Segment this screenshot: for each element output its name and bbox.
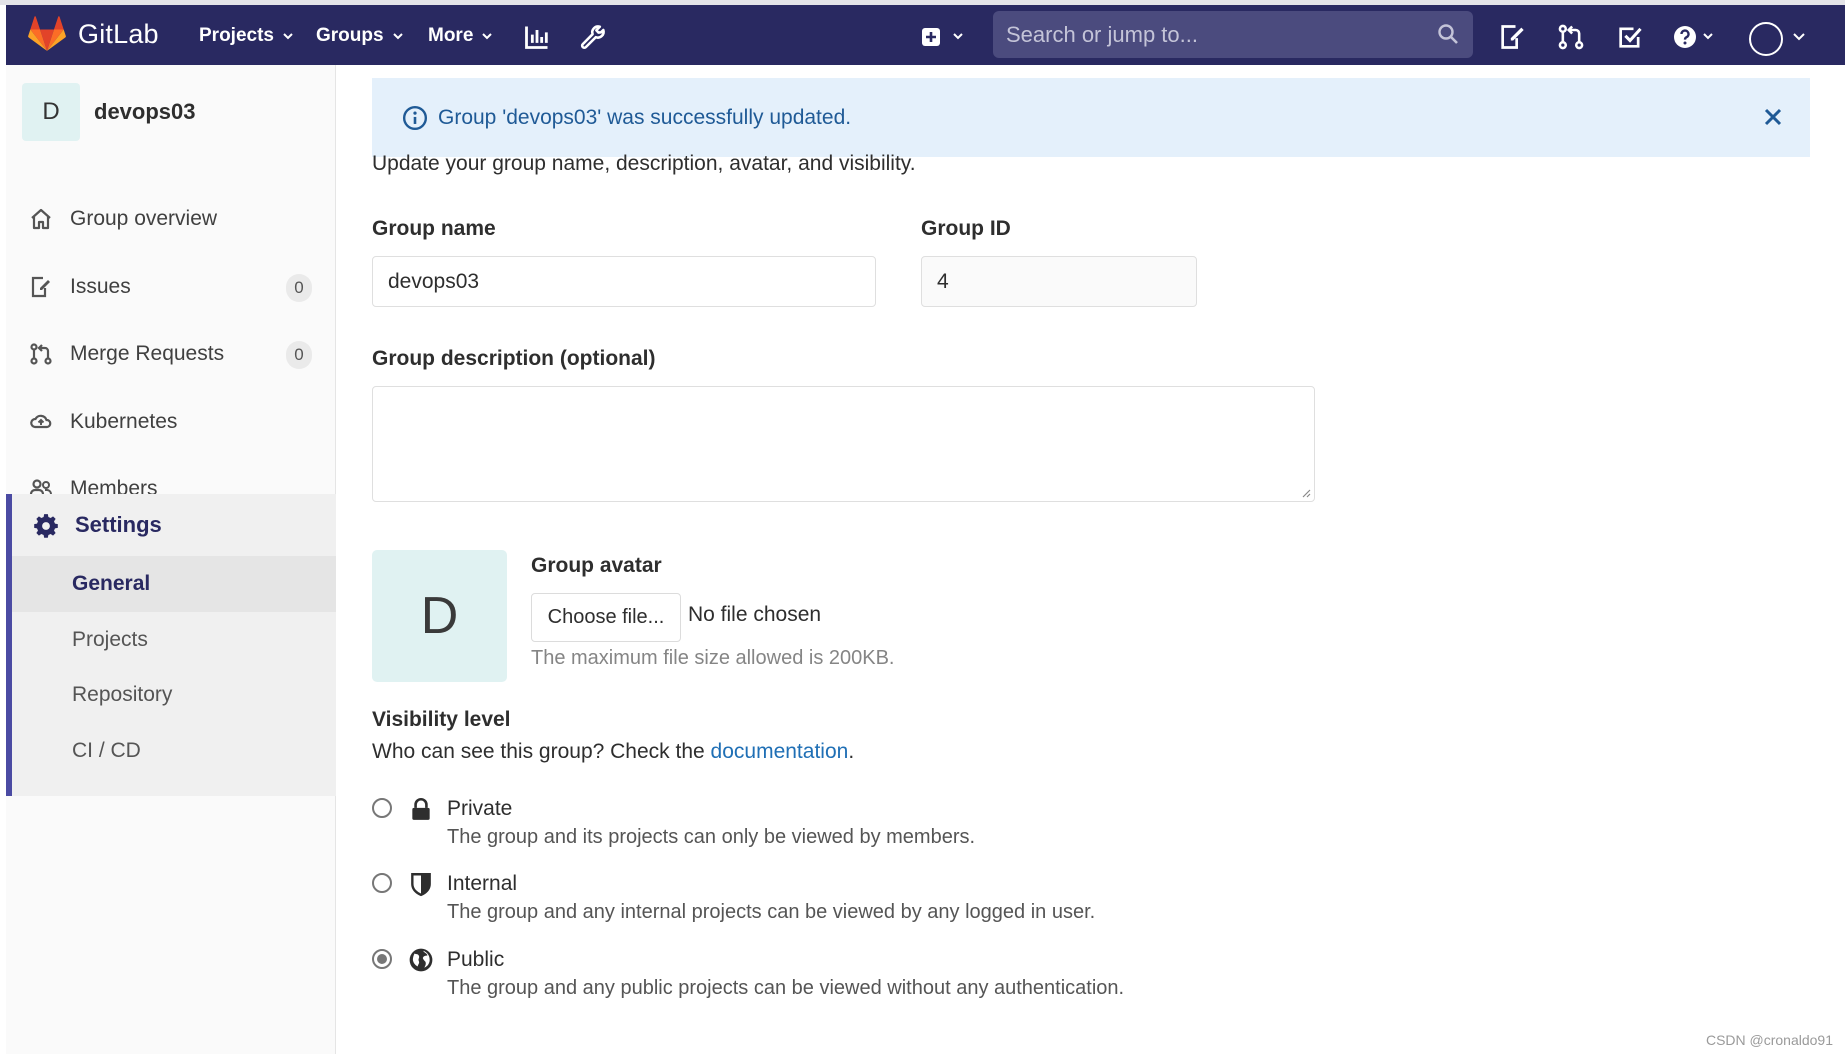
sidebar-item-kubernetes[interactable]: Kubernetes [6,392,336,452]
gitlab-home-link[interactable]: GitLab [28,16,159,52]
subitem-label: Repository [72,683,173,706]
top-navbar: GitLab Projects Groups More Search or ju… [0,0,1845,65]
subitem-label: Projects [72,628,148,651]
sidebar-item-group-overview[interactable]: Group overview [6,189,336,249]
kubernetes-icon [29,410,53,434]
visibility-public-desc: The group and any public projects can be… [447,977,1125,999]
issues-nav-icon[interactable] [1498,23,1526,51]
group-id-field: 4 [921,256,1197,307]
flash-message: Group 'devops03' was successfully update… [438,105,852,129]
group-id-label: Group ID [921,217,1011,240]
group-name-label: Group name [372,217,496,240]
groups-dropdown[interactable]: Groups [316,25,404,47]
visibility-internal-desc: The group and any internal projects can … [447,901,1096,923]
settings-section: Settings General Projects Repository CI … [6,494,336,796]
visibility-public-title: Public [447,948,505,971]
sidebar-item-label: Issues [70,275,131,298]
new-item-dropdown[interactable] [919,23,967,51]
group-description-label: Group description (optional) [372,347,656,370]
more-dropdown[interactable]: More [428,25,493,47]
group-description-textarea[interactable] [372,386,1315,502]
merge-requests-nav-icon[interactable] [1557,23,1585,51]
sidebar-item-label: Group overview [70,207,218,230]
sidebar-subitem-ci-cd[interactable]: CI / CD [12,723,336,779]
visibility-public-radio[interactable] [372,949,392,969]
search-placeholder: Search or jump to... [1006,21,1198,47]
sidebar-item-label: Kubernetes [70,410,178,433]
gear-icon [34,514,58,538]
chevron-down-icon [392,33,403,40]
home-icon [29,207,53,231]
globe-icon [408,947,434,973]
merge-request-icon [29,342,53,366]
visibility-level-label: Visibility level [372,708,511,731]
group-name: devops03 [94,99,196,124]
shield-icon [408,871,434,897]
activity-chart-icon[interactable] [523,23,551,51]
group-sidebar: D devops03 Group overview Issues 0 Merge… [0,65,336,1054]
groups-label: Groups [316,25,384,46]
no-file-text: No file chosen [688,603,822,626]
todos-nav-icon[interactable] [1616,23,1644,51]
window-edge [0,5,6,65]
merge-requests-count-badge: 0 [286,341,312,369]
plus-square-icon [922,28,963,46]
settings-label: Settings [75,512,162,537]
watermark: CSDN @cronaldo91 [1705,1032,1833,1048]
resize-grip-icon[interactable] [1301,488,1311,498]
visibility-private-radio[interactable] [372,798,392,818]
subitem-label: CI / CD [72,739,141,762]
more-label: More [428,25,474,46]
close-icon[interactable] [1762,106,1784,128]
sidebar-subitem-general[interactable]: General [12,556,336,612]
documentation-link[interactable]: documentation [711,740,849,763]
group-name-value: devops03 [388,269,480,293]
projects-label: Projects [199,25,274,46]
group-avatar-label: Group avatar [531,554,662,577]
search-icon [1438,24,1458,44]
sidebar-subitem-repository[interactable]: Repository [12,667,336,723]
visibility-help: Who can see this group? Check the docume… [372,740,854,764]
group-avatar: D [22,83,80,141]
visibility-private-desc: The group and its projects can only be v… [447,826,976,848]
max-file-size-hint: The maximum file size allowed is 200KB. [531,647,895,669]
chevron-down-icon [283,33,293,40]
group-name-input[interactable]: devops03 [372,256,876,307]
group-id-value: 4 [937,269,949,293]
gitlab-logo-icon [28,16,66,51]
sidebar-item-settings[interactable]: Settings [33,501,162,549]
info-icon [402,105,428,130]
visibility-internal-radio[interactable] [372,873,392,893]
choose-file-button[interactable]: Choose file... [531,593,681,642]
issues-count-badge: 0 [286,274,312,302]
period: . [848,740,855,763]
issues-icon [29,275,53,299]
admin-wrench-icon[interactable] [580,23,608,51]
flash-notice: Group 'devops03' was successfully update… [372,78,1810,157]
sidebar-item-label: Merge Requests [70,342,225,365]
lock-icon [408,796,434,822]
form-lead-text: Update your group name, description, ava… [372,152,916,175]
help-dropdown[interactable] [1672,23,1718,51]
subitem-label: General [72,572,151,595]
user-avatar[interactable] [1749,22,1783,56]
sidebar-subitem-projects[interactable]: Projects [12,612,336,668]
group-header[interactable]: D devops03 [22,83,196,141]
visibility-internal-title: Internal [447,872,518,895]
sidebar-item-merge-requests[interactable]: Merge Requests 0 [6,324,336,384]
visibility-private-title: Private [447,797,513,820]
chevron-down-icon[interactable] [1792,23,1806,51]
group-avatar-preview: D [372,550,507,682]
projects-dropdown[interactable]: Projects [199,25,294,47]
search-input[interactable]: Search or jump to... [993,11,1473,58]
visibility-help-text: Who can see this group? Check the [372,740,705,763]
sidebar-item-issues[interactable]: Issues 0 [6,257,336,317]
chevron-down-icon [482,33,493,40]
help-icon [1674,26,1713,48]
brand-name: GitLab [78,18,159,49]
